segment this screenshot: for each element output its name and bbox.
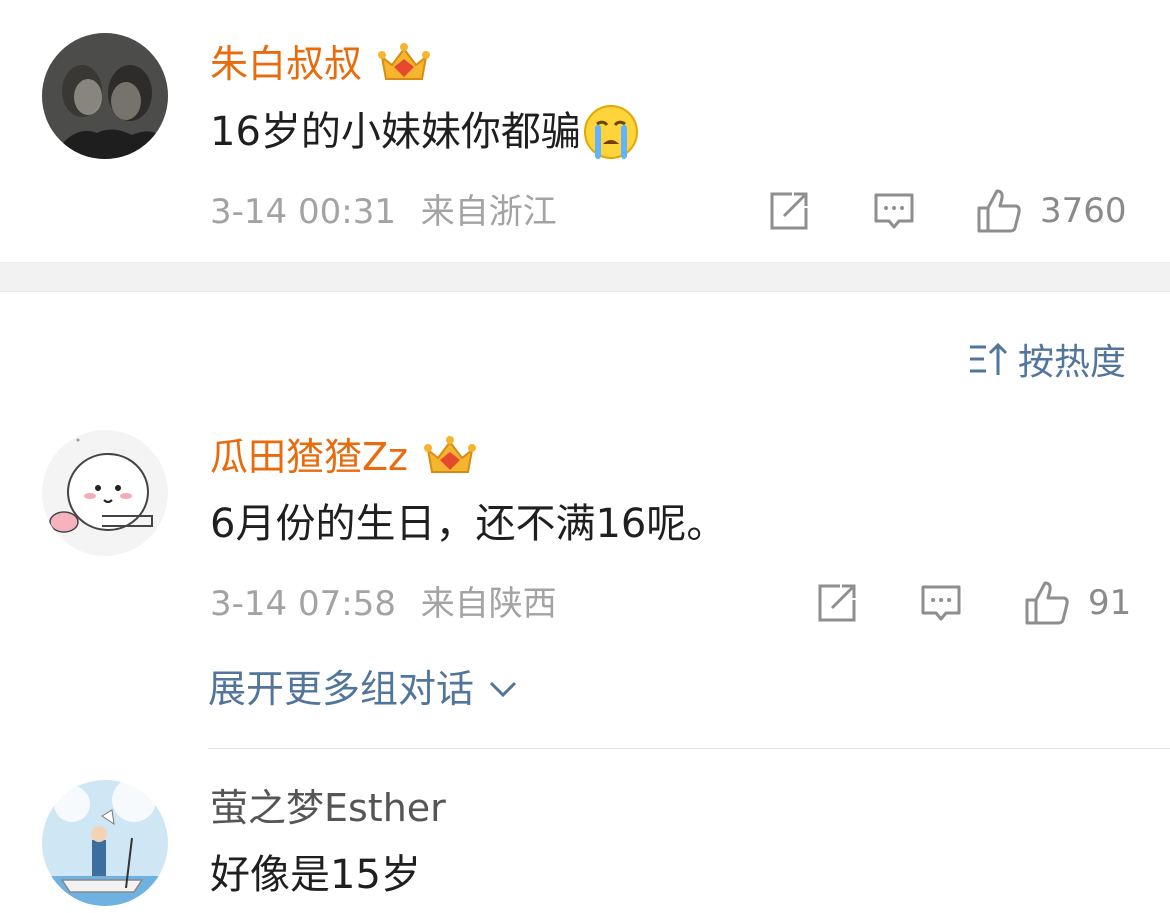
share-icon <box>770 192 808 230</box>
comment-icon <box>874 193 914 229</box>
avatar[interactable] <box>42 430 168 556</box>
like-button[interactable]: 91 <box>1024 580 1131 626</box>
reply-button[interactable] <box>873 190 915 232</box>
comment-text: 好像是15岁 <box>210 852 421 898</box>
expand-replies-link[interactable]: 展开更多组对话 <box>208 664 518 714</box>
timestamp: 3-14 00:31 <box>210 192 396 232</box>
location: 来自浙江 <box>420 192 557 232</box>
chevron-down-icon <box>489 681 517 698</box>
reply-button[interactable] <box>920 582 962 624</box>
like-button[interactable]: 3760 <box>976 188 1127 234</box>
divider <box>208 748 1170 749</box>
username[interactable]: 瓜田猹猹Zz <box>210 433 478 481</box>
share-icon <box>818 584 856 622</box>
sort-button[interactable]: 按热度 <box>968 333 1126 385</box>
comment-text: 6月份的生日，还不满16呢。 <box>210 501 727 547</box>
avatar[interactable] <box>42 33 168 159</box>
timestamp: 3-14 07:58 <box>210 584 396 624</box>
sort-icon <box>969 342 1008 375</box>
like-count: 91 <box>1088 583 1132 623</box>
comment-icon <box>921 585 961 621</box>
share-button[interactable] <box>768 190 810 232</box>
comment-meta: 3-14 07:58 来自陕西 <box>210 582 557 626</box>
like-count: 3760 <box>1040 191 1127 231</box>
share-button[interactable] <box>816 582 858 624</box>
vip-crown-icon <box>422 434 478 480</box>
thumbs-up-icon <box>1025 581 1069 625</box>
comment-text: 16岁的小妹妹你都骗 <box>210 104 639 160</box>
thumbs-up-icon <box>977 189 1021 233</box>
avatar[interactable] <box>42 780 168 906</box>
vip-crown-icon <box>376 41 432 87</box>
comment-meta: 3-14 00:31 来自浙江 <box>210 190 557 234</box>
location: 来自陕西 <box>420 584 557 624</box>
section-divider <box>0 262 1170 292</box>
username[interactable]: 萤之梦Esther <box>210 784 446 832</box>
username[interactable]: 朱白叔叔 <box>210 40 432 88</box>
crying-face-emoji <box>583 104 639 160</box>
